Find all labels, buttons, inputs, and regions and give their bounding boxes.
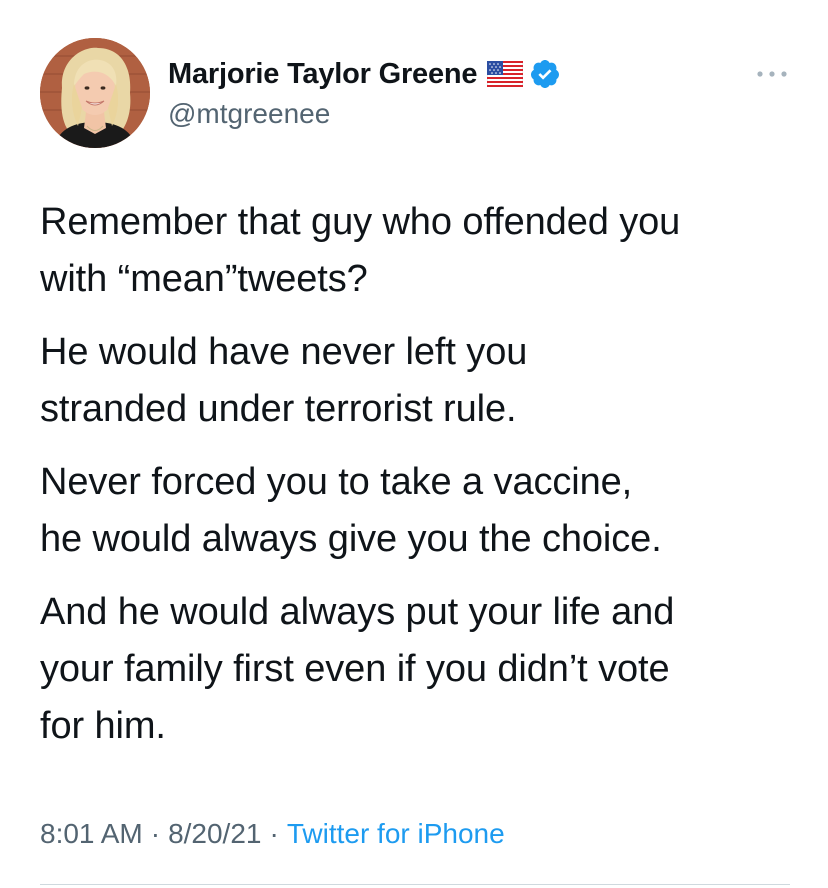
author-info: Marjorie Taylor Greene @mtgreenee <box>168 52 561 130</box>
separator: · <box>269 818 279 849</box>
us-flag-icon <box>486 60 524 88</box>
author-name-row: Marjorie Taylor Greene <box>168 52 561 96</box>
tweet-time[interactable]: 8:01 AM <box>40 818 143 849</box>
author-display-name[interactable]: Marjorie Taylor Greene <box>168 58 478 91</box>
tweet-source-link[interactable]: Twitter for iPhone <box>287 818 505 849</box>
tweet-paragraph: He would have never left you stranded un… <box>40 331 528 430</box>
separator: · <box>150 818 161 849</box>
tweet-text: Remember that guy who offended you with … <box>40 194 810 771</box>
tweet-date[interactable]: 8/20/21 <box>168 818 261 849</box>
divider <box>40 884 790 885</box>
more-options-icon[interactable] <box>752 66 792 82</box>
tweet-paragraph: And he would always put your life and yo… <box>40 591 675 747</box>
tweet-paragraph: Never forced you to take a vaccine, he w… <box>40 461 662 560</box>
avatar[interactable] <box>40 38 150 148</box>
avatar-photo-icon <box>40 38 150 148</box>
tweet-metadata: 8:01 AM · 8/20/21 · Twitter for iPhone <box>40 818 505 850</box>
author-handle[interactable]: @mtgreenee <box>168 98 561 130</box>
verified-badge-icon <box>529 58 561 90</box>
tweet-paragraph: Remember that guy who offended you with … <box>40 201 681 300</box>
tweet: Marjorie Taylor Greene @mtgreenee Rememb… <box>0 0 828 888</box>
